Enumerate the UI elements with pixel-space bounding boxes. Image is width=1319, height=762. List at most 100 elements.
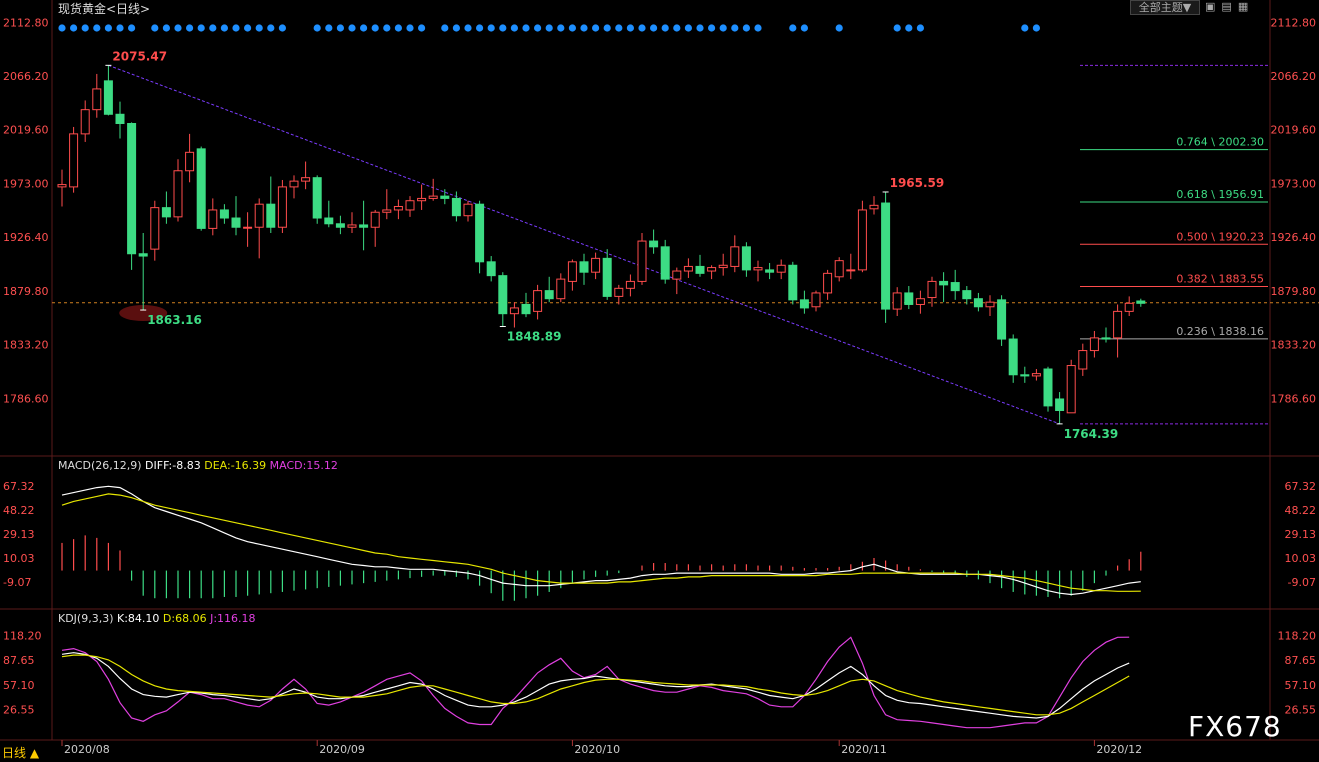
window-tile-icon[interactable]: ▤	[1221, 0, 1237, 13]
signal-dot	[1021, 24, 1029, 32]
signal-dot	[626, 24, 635, 32]
macd-tick-right: 29.13	[1285, 528, 1317, 541]
kdj-tick-right: 87.65	[1285, 654, 1317, 667]
candle-body	[765, 269, 775, 273]
price-annotation: 1764.39	[1064, 427, 1119, 441]
price-tick-right: 2066.20	[1271, 70, 1317, 83]
candle-body	[834, 260, 844, 278]
candle-body	[393, 205, 403, 211]
signal-dot	[406, 24, 414, 32]
fib-level-label: 0.764 \ 2002.30	[1176, 136, 1264, 149]
candle-body	[707, 267, 717, 272]
candle-body	[799, 299, 809, 309]
signal-dot	[313, 24, 321, 32]
period-selector[interactable]: 日线 ▲	[2, 744, 39, 761]
candle-body	[231, 217, 241, 228]
candle-body	[892, 292, 902, 310]
signal-dot	[151, 24, 159, 32]
x-tick-label: 2020/09	[319, 743, 365, 756]
window-restore-icon[interactable]: ▣	[1205, 0, 1221, 13]
signal-dot	[708, 24, 716, 32]
candle-body	[602, 257, 612, 297]
candle-body	[509, 307, 519, 315]
candle-body	[637, 240, 647, 282]
signal-dot	[93, 24, 101, 32]
signal-dot	[255, 24, 263, 32]
signal-dot	[615, 24, 623, 32]
candle-body	[788, 264, 798, 301]
chart-canvas: 2112.80 2112.80 2066.20 2066.20 2019.60 2019.…	[0, 0, 1319, 756]
candle-body	[904, 292, 914, 305]
window-controls[interactable]: ▣▤▦	[1205, 0, 1254, 13]
signal-dot	[220, 24, 228, 32]
signal-dot	[893, 24, 901, 32]
candle-body	[359, 224, 369, 228]
price-tick-left: 1926.40	[3, 231, 49, 244]
fib-level-label: 0.382 \ 1883.55	[1176, 273, 1264, 286]
candle-body	[776, 264, 786, 273]
candle-body	[1055, 398, 1065, 412]
candle-body	[219, 209, 229, 219]
price-tick-right: 2019.60	[1271, 124, 1317, 137]
candle-body	[521, 303, 531, 315]
macd-legend: MACD(26,12,9) DIFF:-8.83 DEA:-16.39 MACD…	[58, 459, 338, 472]
kdj-k-value: K:84.10	[117, 612, 160, 625]
signal-dot	[638, 24, 646, 32]
candle-body	[811, 292, 821, 308]
signal-dot	[580, 24, 588, 32]
signal-dot	[684, 24, 693, 32]
theme-select-button[interactable]: 全部主题▼	[1130, 0, 1200, 15]
signal-dot	[104, 24, 112, 32]
signal-dot	[499, 24, 507, 32]
signal-dot	[441, 24, 449, 32]
candle-body	[301, 177, 311, 182]
kdj-k-line	[61, 652, 1130, 719]
macd-tick-left: 10.03	[3, 552, 35, 565]
candle-body	[753, 267, 763, 271]
candle-body	[660, 246, 670, 280]
kdj-tick-right: 118.20	[1278, 630, 1317, 643]
candle-body	[69, 133, 79, 188]
candle-body	[289, 180, 299, 188]
window-close-icon[interactable]: ▦	[1238, 0, 1254, 13]
candle-body	[730, 246, 740, 267]
signal-dot	[197, 24, 205, 32]
trend-line	[108, 64, 1060, 425]
macd-tick-right: -9.07	[1288, 576, 1316, 589]
price-tick-right: 1833.20	[1271, 339, 1317, 352]
signal-dot	[116, 24, 124, 32]
candle-body	[185, 151, 195, 172]
price-tick-left: 1879.80	[3, 285, 49, 298]
candle-body	[115, 113, 125, 124]
candle-body	[324, 217, 334, 225]
signal-dot	[905, 24, 913, 32]
candle-body	[254, 203, 264, 228]
signal-dot	[325, 24, 333, 32]
kdj-j-value: J:116.18	[210, 612, 256, 625]
candle-body	[1078, 350, 1088, 370]
macd-name: MACD(26,12,9)	[58, 459, 142, 472]
candle-body	[335, 223, 345, 228]
candle-body	[591, 257, 601, 273]
signal-dot	[916, 24, 925, 32]
candle-body	[741, 246, 751, 271]
candle-body	[857, 209, 867, 271]
macd-tick-right: 67.32	[1285, 480, 1317, 493]
candle-body	[1066, 365, 1076, 414]
signal-dot	[650, 24, 658, 32]
kdj-d-value: D:68.06	[162, 612, 207, 625]
price-tick-left: 2019.60	[3, 124, 49, 137]
candle-body	[80, 109, 90, 135]
candle-body	[1008, 338, 1018, 376]
candle-body	[915, 298, 925, 305]
signal-dot	[418, 24, 426, 32]
candle-body	[347, 224, 357, 228]
kdj-d-line	[61, 654, 1130, 716]
signal-dot	[534, 24, 542, 32]
fib-level-label: 0.618 \ 1956.91	[1176, 188, 1264, 201]
candle-body	[927, 280, 937, 299]
candle-body	[1124, 302, 1134, 312]
candle-body	[417, 197, 427, 202]
macd-diff-value: DIFF:-8.83	[145, 459, 201, 472]
candle-body	[196, 148, 206, 229]
